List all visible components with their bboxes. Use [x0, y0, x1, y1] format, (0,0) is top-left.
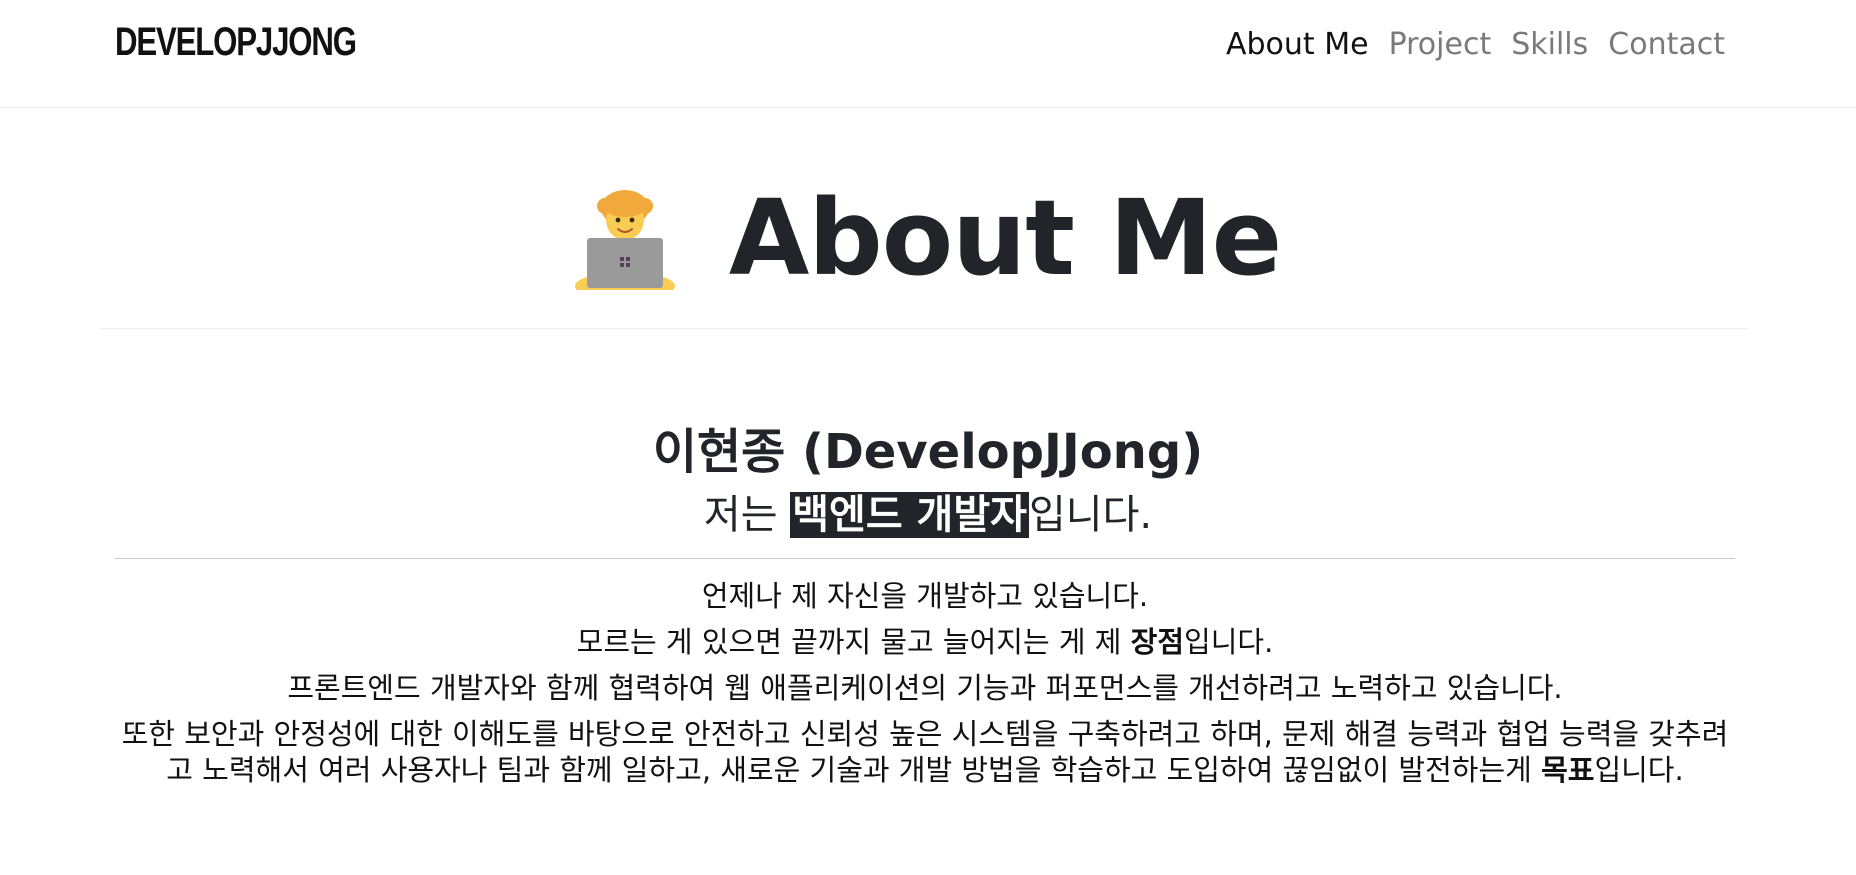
intro-text-span: 입니다. — [1594, 753, 1684, 787]
page-title-text: About Me — [728, 177, 1282, 299]
profile-role: 저는 백엔드 개발자입니다. — [0, 487, 1856, 543]
nav-project[interactable]: Project — [1389, 24, 1492, 66]
intro-bold-span: 장점 — [1130, 625, 1185, 659]
role-suffix: 입니다. — [1028, 492, 1153, 538]
intro-bold-span: 목표 — [1541, 753, 1595, 787]
profile-name: 이현종 (DevelopJJong) — [652, 424, 1204, 480]
intro-text-span: 입니다. — [1184, 625, 1274, 659]
title-divider — [100, 328, 1748, 329]
intro-text-span: 모르는 게 있으면 끝까지 물고 늘어지는 게 제 — [576, 625, 1131, 659]
nav-about-me[interactable]: About Me — [1226, 24, 1369, 66]
intro-text: 언제나 제 자신을 개발하고 있습니다. 모르는 게 있으면 끝까지 물고 늘어… — [115, 578, 1735, 798]
top-navbar: DEVELOPJJONG About Me Project Skills Con… — [0, 0, 1856, 108]
intro-text-span: 언제나 제 자신을 개발하고 있습니다. — [701, 579, 1149, 613]
intro-text-span: 또한 보안과 안정성에 대한 이해도를 바탕으로 안전하고 신뢰성 높은 시스템… — [121, 717, 1729, 787]
role-prefix: 저는 — [703, 492, 791, 538]
page-title: About Me — [0, 178, 1856, 298]
main-nav: About Me Project Skills Contact — [1226, 24, 1725, 66]
intro-paragraph: 또한 보안과 안정성에 대한 이해도를 바탕으로 안전하고 신뢰성 높은 시스템… — [115, 716, 1735, 788]
technologist-emoji-icon — [574, 190, 675, 290]
intro-text-span: 프론트엔드 개발자와 함께 협력하여 웹 애플리케이션의 기능과 퍼포먼스를 개… — [287, 671, 1563, 705]
section-divider — [115, 558, 1735, 559]
nav-skills[interactable]: Skills — [1511, 24, 1588, 66]
brand-logo[interactable]: DEVELOPJJONG — [115, 22, 357, 62]
nav-contact[interactable]: Contact — [1608, 24, 1725, 66]
intro-paragraph: 모르는 게 있으면 끝까지 물고 늘어지는 게 제 장점입니다. — [115, 624, 1735, 660]
intro-paragraph: 프론트엔드 개발자와 함께 협력하여 웹 애플리케이션의 기능과 퍼포먼스를 개… — [115, 670, 1735, 706]
role-highlight: 백엔드 개발자 — [790, 492, 1029, 538]
intro-paragraph: 언제나 제 자신을 개발하고 있습니다. — [115, 578, 1735, 614]
